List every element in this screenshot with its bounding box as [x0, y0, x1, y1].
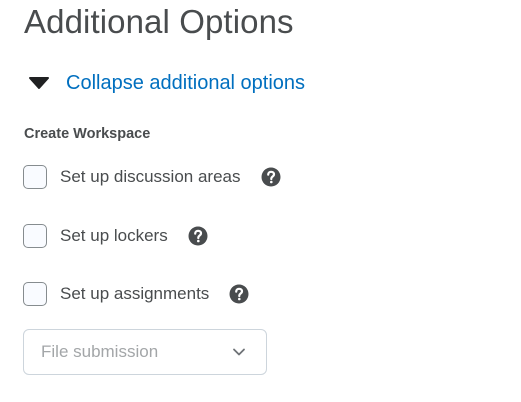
discussion-areas-checkbox[interactable] — [23, 165, 47, 189]
option-row-assignments: Set up assignments — [23, 280, 249, 308]
help-icon[interactable] — [188, 226, 208, 246]
chevron-down-icon — [232, 347, 246, 357]
help-icon[interactable] — [229, 284, 249, 304]
additional-options-panel: Additional Options Collapse additional o… — [0, 0, 521, 402]
caret-down-icon — [28, 68, 56, 98]
assignments-label: Set up assignments — [60, 284, 210, 303]
option-row-discussion-areas: Set up discussion areas — [23, 163, 281, 191]
create-workspace-label: Create Workspace — [24, 126, 151, 142]
collapse-additional-options-link[interactable]: Collapse additional options — [66, 68, 305, 98]
assignment-type-select[interactable]: File submission — [23, 329, 267, 375]
help-icon[interactable] — [261, 167, 281, 187]
assignments-checkbox[interactable] — [23, 282, 47, 306]
collapse-additional-options-toggle[interactable]: Collapse additional options — [28, 68, 305, 98]
lockers-checkbox[interactable] — [23, 224, 47, 248]
lockers-label: Set up lockers — [60, 226, 168, 245]
assignment-type-selected-value: File submission — [41, 342, 159, 361]
discussion-areas-label: Set up discussion areas — [60, 167, 241, 186]
page-title: Additional Options — [24, 3, 294, 40]
option-row-lockers: Set up lockers — [23, 222, 208, 250]
